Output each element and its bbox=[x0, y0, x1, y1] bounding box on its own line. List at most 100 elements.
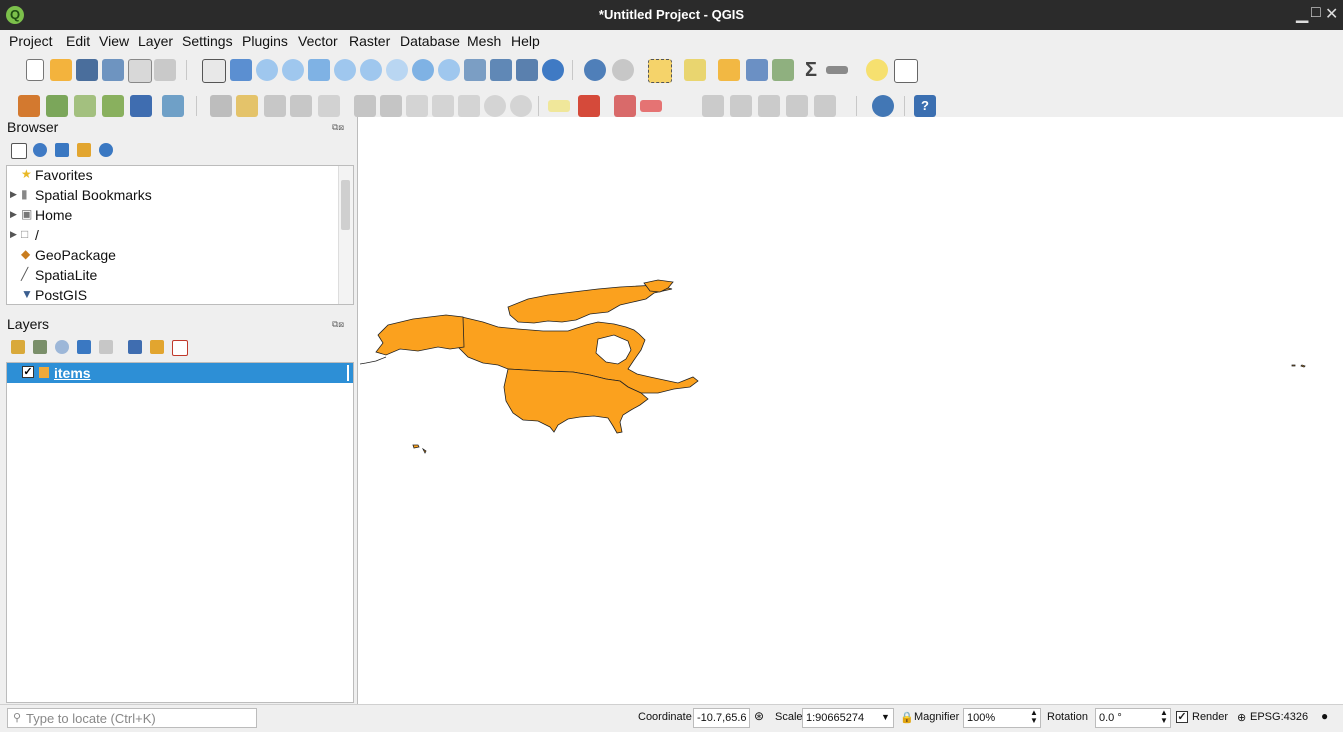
deselect-icon[interactable] bbox=[718, 59, 740, 81]
browser-scrollbar[interactable] bbox=[338, 166, 353, 304]
field-calculator-icon[interactable] bbox=[772, 59, 794, 81]
new-temporary-layer-icon[interactable] bbox=[130, 95, 152, 117]
menu-layer[interactable]: Layer bbox=[138, 33, 173, 49]
run-action-icon[interactable] bbox=[612, 59, 634, 81]
menu-mesh[interactable]: Mesh bbox=[467, 33, 501, 49]
crs-button[interactable]: EPSG:4326 bbox=[1250, 711, 1308, 723]
expand-arrow-icon[interactable]: ▶ bbox=[10, 229, 17, 240]
paste-features-icon[interactable] bbox=[458, 95, 480, 117]
show-bookmarks-icon[interactable] bbox=[516, 59, 538, 81]
new-geopackage-layer-icon[interactable] bbox=[46, 95, 68, 117]
toggle-extents-icon[interactable]: ⊛ bbox=[754, 709, 764, 723]
collapse-all-icon[interactable] bbox=[77, 143, 91, 157]
panel-float-close-icon[interactable]: ⧉⊠ bbox=[332, 122, 344, 133]
chevron-down-icon[interactable]: ▼ bbox=[881, 712, 890, 722]
add-selected-layers-icon[interactable] bbox=[11, 143, 27, 159]
show-hide-labels-icon[interactable] bbox=[702, 95, 724, 117]
zoom-in-icon[interactable] bbox=[256, 59, 278, 81]
refresh-icon[interactable] bbox=[33, 143, 47, 157]
filter-funnel-icon[interactable] bbox=[77, 340, 91, 354]
data-source-manager-icon[interactable] bbox=[18, 95, 40, 117]
collapse-all-icon[interactable] bbox=[150, 340, 164, 354]
browser-tree[interactable]: ★ Favorites ▶ ▮ Spatial Bookmarks ▶ ▣ Ho… bbox=[6, 165, 354, 305]
undo-icon[interactable] bbox=[484, 95, 506, 117]
new-virtual-layer-icon[interactable] bbox=[162, 95, 184, 117]
new-project-icon[interactable] bbox=[26, 59, 44, 81]
identify-icon[interactable] bbox=[584, 59, 606, 81]
move-label-icon[interactable] bbox=[730, 95, 752, 117]
toggle-editing-pencil-icon[interactable] bbox=[236, 95, 258, 117]
expand-arrow-icon[interactable]: ▶ bbox=[10, 209, 17, 220]
help-icon[interactable]: ? bbox=[914, 95, 936, 117]
menu-project[interactable]: Project bbox=[9, 33, 53, 49]
menu-raster[interactable]: Raster bbox=[349, 33, 390, 49]
menu-view[interactable]: View bbox=[99, 33, 129, 49]
label-properties-icon[interactable] bbox=[814, 95, 836, 117]
scrollbar-thumb[interactable] bbox=[341, 180, 350, 230]
save-as-icon[interactable] bbox=[102, 59, 124, 81]
new-shapefile-layer-icon[interactable] bbox=[74, 95, 96, 117]
expand-all-icon[interactable] bbox=[128, 340, 142, 354]
attribute-table-icon[interactable] bbox=[746, 59, 768, 81]
select-features-icon[interactable] bbox=[648, 59, 672, 83]
zoom-last-icon[interactable] bbox=[412, 59, 434, 81]
new-map-view-icon[interactable] bbox=[464, 59, 486, 81]
layer-item[interactable]: ✓ items bbox=[7, 363, 353, 383]
current-edits-icon[interactable] bbox=[210, 95, 232, 117]
zoom-selection-icon[interactable] bbox=[334, 59, 356, 81]
panel-float-close-icon[interactable]: ⧉⊠ bbox=[332, 319, 344, 330]
map-canvas[interactable] bbox=[357, 117, 1343, 704]
filter-funnel-icon[interactable] bbox=[55, 143, 69, 157]
spinner-arrows-icon[interactable]: ▲ ▼ bbox=[1160, 709, 1168, 725]
measure-icon[interactable] bbox=[826, 66, 848, 74]
pan-to-selection-icon[interactable] bbox=[230, 59, 252, 81]
vertex-tool-icon[interactable] bbox=[318, 95, 340, 117]
layer-visibility-checkbox[interactable]: ✓ bbox=[22, 366, 34, 378]
messages-icon[interactable]: ● bbox=[1321, 709, 1328, 723]
locator-search-input[interactable]: ⚲ Type to locate (Ctrl+K) bbox=[7, 708, 257, 728]
change-label-icon[interactable] bbox=[786, 95, 808, 117]
menu-help[interactable]: Help bbox=[511, 33, 540, 49]
remove-layer-icon[interactable] bbox=[172, 340, 188, 356]
minimize-icon[interactable]: ▁ bbox=[1296, 4, 1308, 24]
save-project-icon[interactable] bbox=[76, 59, 98, 81]
crs-globe-icon[interactable]: ⊕ bbox=[1237, 711, 1246, 724]
redo-icon[interactable] bbox=[510, 95, 532, 117]
delete-selected-icon[interactable] bbox=[380, 95, 402, 117]
expand-arrow-icon[interactable]: ▶ bbox=[10, 189, 17, 200]
menu-vector[interactable]: Vector bbox=[298, 33, 338, 49]
add-feature-icon[interactable] bbox=[290, 95, 312, 117]
cut-features-icon[interactable] bbox=[406, 95, 428, 117]
layout-manager-icon[interactable] bbox=[154, 59, 176, 81]
zoom-full-icon[interactable] bbox=[308, 59, 330, 81]
label-tool-icon[interactable] bbox=[548, 100, 570, 112]
lock-icon[interactable]: 🔒 bbox=[900, 711, 914, 724]
add-group-icon[interactable] bbox=[33, 340, 47, 354]
menu-edit[interactable]: Edit bbox=[66, 33, 90, 49]
refresh-icon[interactable] bbox=[542, 59, 564, 81]
render-checkbox[interactable]: ✓ bbox=[1176, 711, 1188, 723]
manage-visibility-eye-icon[interactable] bbox=[55, 340, 69, 354]
statistics-sigma-icon[interactable]: Σ bbox=[800, 59, 822, 81]
open-project-icon[interactable] bbox=[50, 59, 72, 81]
new-bookmark-icon[interactable] bbox=[490, 59, 512, 81]
highlight-pinned-labels-icon[interactable] bbox=[614, 95, 636, 117]
select-by-value-icon[interactable] bbox=[684, 59, 706, 81]
info-icon[interactable] bbox=[99, 143, 113, 157]
print-layout-icon[interactable] bbox=[128, 59, 152, 83]
menu-plugins[interactable]: Plugins bbox=[242, 33, 288, 49]
pin-labels-icon[interactable] bbox=[640, 100, 662, 112]
layers-tree[interactable]: ✓ items bbox=[6, 362, 354, 703]
zoom-out-icon[interactable] bbox=[282, 59, 304, 81]
magnifier-spinbox[interactable]: 100% ▲ ▼ bbox=[963, 708, 1041, 728]
save-edits-icon[interactable] bbox=[264, 95, 286, 117]
pan-hand-icon[interactable] bbox=[202, 59, 226, 83]
zoom-layer-icon[interactable] bbox=[360, 59, 382, 81]
maximize-icon[interactable]: □ bbox=[1311, 4, 1321, 22]
new-spatialite-layer-icon[interactable] bbox=[102, 95, 124, 117]
close-icon[interactable]: ✕ bbox=[1325, 4, 1338, 24]
text-annotation-icon[interactable] bbox=[894, 59, 918, 83]
diagram-tool-icon[interactable] bbox=[578, 95, 600, 117]
spinner-arrows-icon[interactable]: ▲ ▼ bbox=[1030, 709, 1038, 725]
map-tips-icon[interactable] bbox=[866, 59, 888, 81]
